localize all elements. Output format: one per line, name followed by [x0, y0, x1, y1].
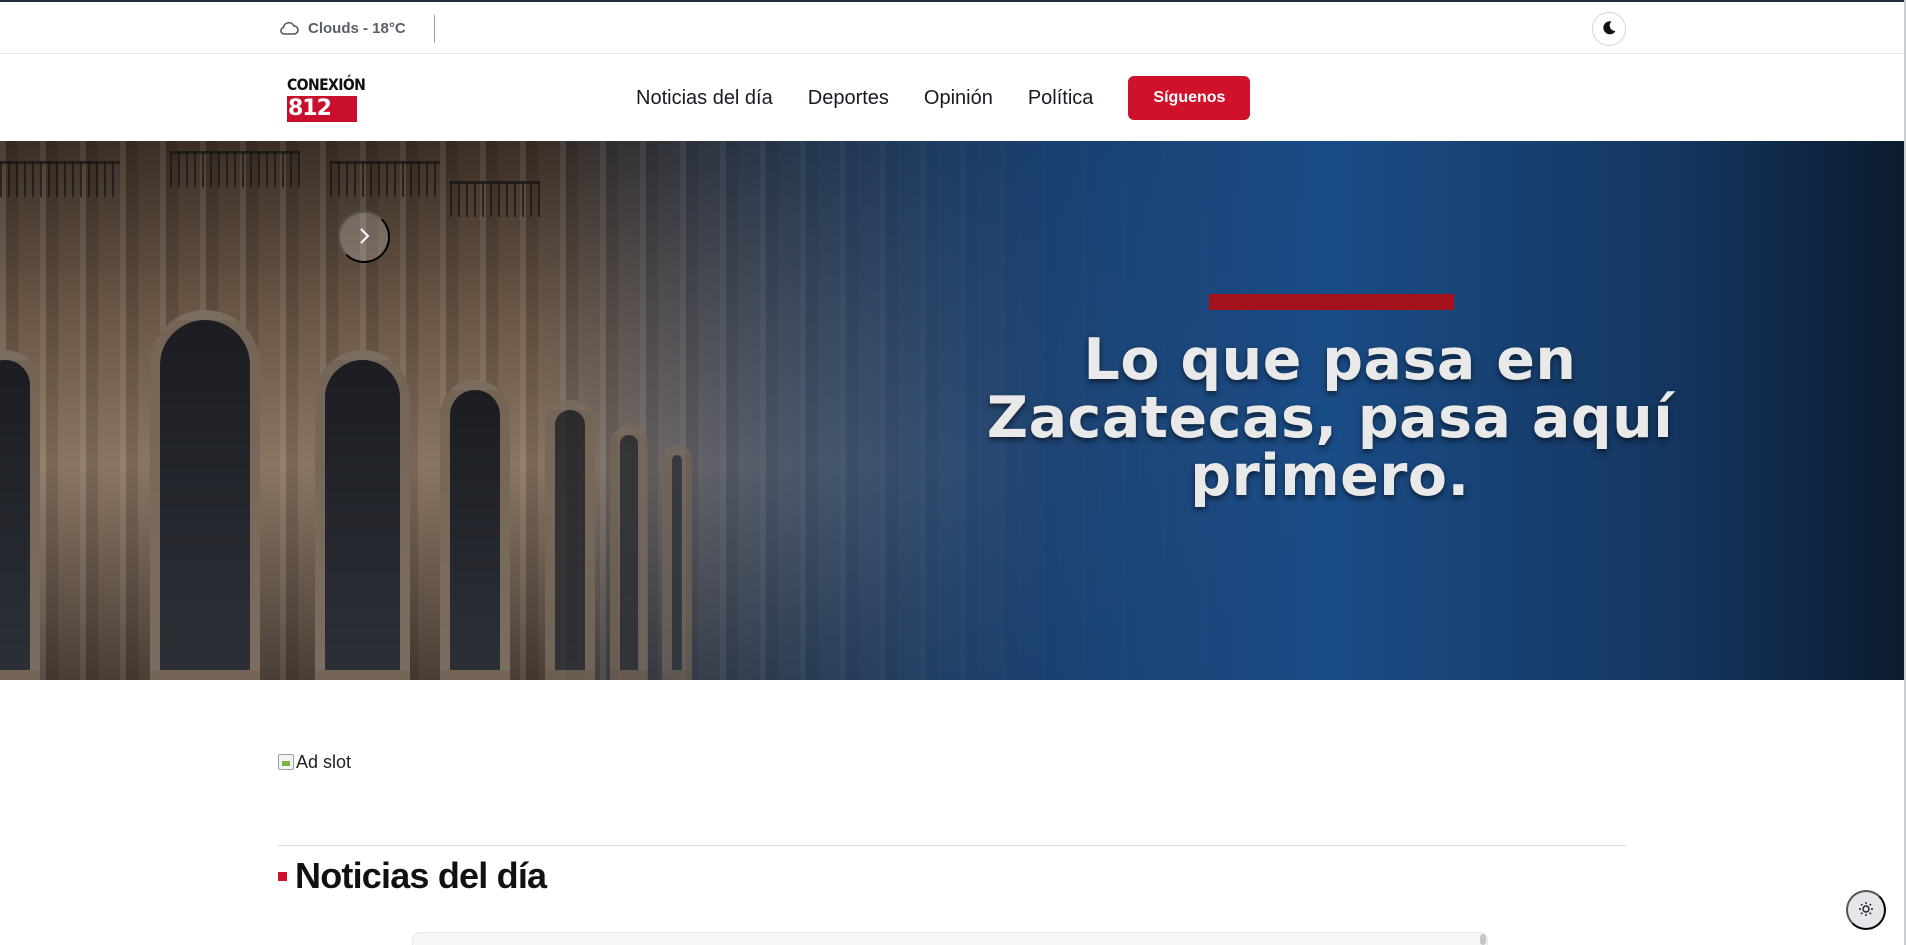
weather-widget: Clouds - 18°C — [278, 16, 406, 40]
building-arch — [662, 445, 692, 680]
site-logo[interactable]: CONEXIÓN 812 — [287, 75, 366, 123]
building-arch — [0, 350, 40, 680]
card-scrollbar[interactable] — [1480, 934, 1486, 945]
hero-accent-bar — [1209, 294, 1454, 310]
section-header: Noticias del día — [278, 854, 547, 898]
top-bar: Clouds - 18°C — [0, 2, 1906, 54]
section-divider — [278, 845, 1626, 846]
section-title: Noticias del día — [295, 855, 547, 896]
floating-theme-button[interactable] — [1846, 890, 1886, 930]
logo-wordmark-top: CONEXIÓN — [287, 76, 366, 95]
hero-banner: Lo que pasa en Zacatecas, pasa aquí prim… — [0, 141, 1906, 680]
weather-text: Clouds - 18°C — [308, 19, 406, 37]
topbar-divider — [434, 15, 435, 43]
sun-icon — [1858, 901, 1874, 920]
nav-link-noticias[interactable]: Noticias del día — [636, 87, 773, 110]
follow-button[interactable]: Síguenos — [1128, 76, 1251, 120]
moon-icon — [1601, 20, 1617, 39]
chevron-right-icon — [357, 227, 371, 248]
broken-image-icon — [278, 754, 294, 770]
hero-next-button[interactable] — [338, 211, 390, 263]
nav-link-deportes[interactable]: Deportes — [808, 87, 889, 110]
hero-headline: Lo que pasa en Zacatecas, pasa aquí prim… — [986, 327, 1674, 509]
ad-slot[interactable]: Ad slot — [278, 750, 351, 774]
building-arch — [545, 400, 595, 680]
balcony-railing — [170, 151, 300, 187]
building-arch — [150, 310, 260, 680]
logo-wordmark-bottom: 812 — [287, 96, 357, 122]
balcony-railing — [450, 181, 540, 217]
building-arch — [440, 380, 510, 680]
nav-link-politica[interactable]: Política — [1028, 87, 1094, 110]
balcony-railing — [330, 161, 440, 197]
nav-links: Noticias del día Deportes Opinión Políti… — [636, 75, 1251, 121]
section-marker — [278, 871, 287, 881]
cloud-icon — [278, 20, 300, 36]
nav-link-opinion[interactable]: Opinión — [924, 87, 993, 110]
building-arch — [315, 350, 410, 680]
news-card[interactable] — [412, 932, 1488, 945]
ad-alt-text: Ad slot — [296, 751, 352, 772]
building-arch — [610, 425, 648, 680]
balcony-railing — [0, 161, 120, 197]
main-navbar: CONEXIÓN 812 Noticias del día Deportes O… — [0, 55, 1906, 141]
theme-toggle-button[interactable] — [1592, 12, 1626, 46]
